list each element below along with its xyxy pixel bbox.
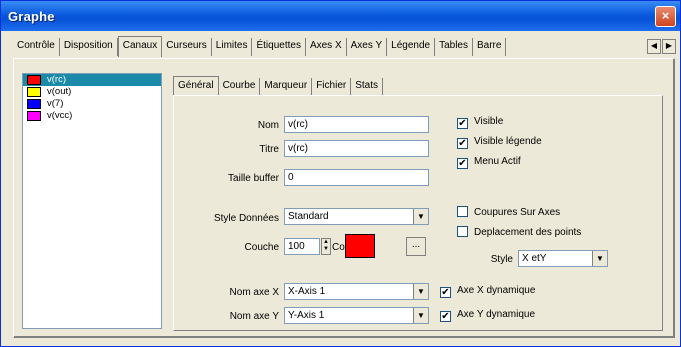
axe-y-dynamique-label: Axe Y dynamique xyxy=(457,309,536,320)
visible-label: Visible xyxy=(474,116,504,127)
tab-tables[interactable]: Tables xyxy=(435,38,473,56)
coupures-checkbox[interactable]: Coupures Sur Axes xyxy=(457,206,560,218)
visible-legende-label: Visible légende xyxy=(474,136,542,147)
close-button[interactable]: × xyxy=(655,6,676,27)
channel-color-swatch xyxy=(27,111,41,121)
visible-legende-checkbox[interactable]: ✔ Visible légende xyxy=(457,136,542,149)
style-donnees-label: Style Données xyxy=(213,213,279,224)
tab-limites[interactable]: Limites xyxy=(212,38,253,56)
visible-checkbox[interactable]: ✔ Visible xyxy=(457,116,503,129)
channel-label: v(7) xyxy=(47,98,64,109)
subtab-marqueur[interactable]: Marqueur xyxy=(260,78,313,95)
channel-list[interactable]: v(rc) v(out) v(7) v(vcc) xyxy=(22,73,162,329)
subtab-courbe[interactable]: Courbe xyxy=(219,78,261,95)
window-title: Graphe xyxy=(8,9,55,24)
title-bar[interactable]: Graphe × xyxy=(1,1,680,31)
channel-label: v(rc) xyxy=(47,74,66,85)
style-label: Style xyxy=(490,254,513,265)
check-icon: ✔ xyxy=(440,287,451,298)
nom-axe-x-value: X-Axis 1 xyxy=(288,286,326,297)
chevron-down-icon[interactable]: ▼ xyxy=(413,209,428,224)
subtab-stats[interactable]: Stats xyxy=(351,78,384,95)
couche-spinner[interactable]: ▲ ▼ xyxy=(321,238,331,255)
deplacement-label: Deplacement des points xyxy=(474,227,582,238)
unchecked-box-icon xyxy=(457,206,468,217)
style-donnees-select[interactable]: Standard ▼ xyxy=(284,208,429,225)
channel-color-swatch xyxy=(27,75,41,85)
subtab-general[interactable]: Général xyxy=(173,76,219,96)
taille-buffer-label: Taille buffer xyxy=(228,173,279,184)
tab-axes-x[interactable]: Axes X xyxy=(306,38,347,56)
style-value: X etY xyxy=(522,253,547,264)
coupures-label: Coupures Sur Axes xyxy=(474,207,561,218)
axe-x-dynamique-checkbox[interactable]: ✔ Axe X dynamique xyxy=(440,285,535,298)
check-icon: ✔ xyxy=(440,311,451,322)
titre-input[interactable]: v(rc) xyxy=(284,140,429,157)
check-icon: ✔ xyxy=(457,138,468,149)
tab-axes-y[interactable]: Axes Y xyxy=(347,38,388,56)
couche-input[interactable]: 100 xyxy=(284,238,320,255)
list-item[interactable]: v(out) xyxy=(23,86,161,98)
main-tab-row: Contrôle Disposition Canaux Curseurs Limites… xyxy=(13,36,653,58)
deplacement-checkbox[interactable]: Deplacement des points xyxy=(457,226,581,238)
list-item[interactable]: v(7) xyxy=(23,98,161,110)
tab-canaux[interactable]: Canaux xyxy=(117,36,163,57)
menu-actif-checkbox[interactable]: ✔ Menu Actif xyxy=(457,156,521,169)
channel-label: v(vcc) xyxy=(47,110,73,121)
tab-curseurs[interactable]: Curseurs xyxy=(162,38,212,56)
nom-axe-y-select[interactable]: Y-Axis 1 ▼ xyxy=(284,307,429,324)
list-item[interactable]: v(rc) xyxy=(23,74,161,86)
style-donnees-value: Standard xyxy=(288,211,329,222)
nom-axe-x-label: Nom axe X xyxy=(229,287,279,298)
style-select[interactable]: X etY ▼ xyxy=(518,250,608,267)
nom-axe-x-select[interactable]: X-Axis 1 ▼ xyxy=(284,283,429,300)
axe-y-dynamique-checkbox[interactable]: ✔ Axe Y dynamique xyxy=(440,309,535,322)
channel-color-swatch xyxy=(27,87,41,97)
menu-actif-label: Menu Actif xyxy=(474,156,521,167)
tab-controle[interactable]: Contrôle xyxy=(13,38,60,56)
couleur-browse-button[interactable]: ... xyxy=(406,237,426,256)
nom-label: Nom xyxy=(257,120,279,131)
chevron-down-icon[interactable]: ▼ xyxy=(592,251,607,266)
taille-buffer-input[interactable]: 0 xyxy=(284,169,429,186)
tab-scroll-right-button[interactable]: ▶ xyxy=(662,39,676,54)
couche-label: Couche xyxy=(244,242,279,253)
graph-window: Graphe × Contrôle Disposition Canaux Curseu… xyxy=(0,0,681,347)
tab-etiquettes[interactable]: Étiquettes xyxy=(252,38,306,56)
channel-label: v(out) xyxy=(47,86,72,97)
tab-disposition[interactable]: Disposition xyxy=(60,38,118,56)
channel-color-swatch xyxy=(27,99,41,109)
tab-legende[interactable]: Légende xyxy=(387,38,436,56)
subtab-fichier[interactable]: Fichier xyxy=(312,78,352,95)
chevron-down-icon[interactable]: ▼ xyxy=(413,308,428,323)
chevron-down-icon[interactable]: ▼ xyxy=(413,284,428,299)
list-item[interactable]: v(vcc) xyxy=(23,110,161,122)
couleur-swatch[interactable] xyxy=(345,234,375,258)
nom-axe-y-value: Y-Axis 1 xyxy=(288,310,325,321)
tab-barre[interactable]: Barre xyxy=(473,38,507,56)
check-icon: ✔ xyxy=(457,118,468,129)
titre-label: Titre xyxy=(259,144,279,155)
unchecked-box-icon xyxy=(457,226,468,237)
nom-input[interactable]: v(rc) xyxy=(284,116,429,133)
tab-scroll-left-button[interactable]: ◀ xyxy=(647,39,661,54)
axe-x-dynamique-label: Axe X dynamique xyxy=(457,285,536,296)
sub-tab-row: Général Courbe Marqueur Fichier Stats xyxy=(173,76,384,96)
nom-axe-y-label: Nom axe Y xyxy=(229,311,279,322)
check-icon: ✔ xyxy=(457,158,468,169)
